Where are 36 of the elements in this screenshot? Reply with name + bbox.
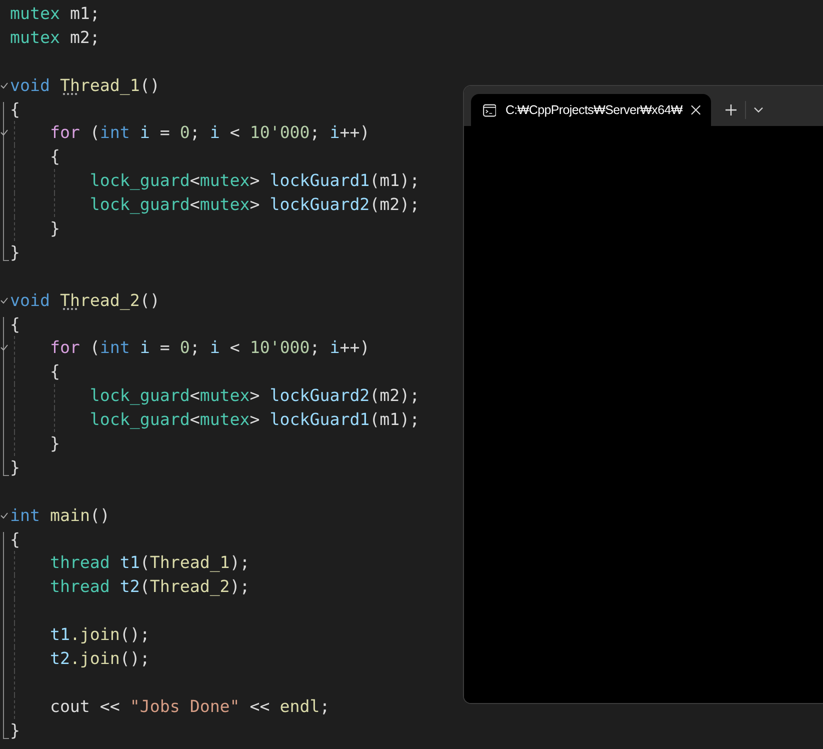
code-line: thread t2(Thread_2); (48, 577, 250, 596)
code-line: } (48, 219, 60, 238)
code-line: } (10, 242, 20, 262)
code-line: void Thread_2() (10, 290, 160, 310)
code-line: for (int i = 0; i < 10'000; i++) (48, 338, 370, 358)
code-line: } (10, 458, 20, 477)
code-line: t2.join(); (48, 649, 150, 668)
code-line: mutex m2; (10, 28, 100, 47)
code-line: { (48, 362, 60, 382)
code-line: thread t1(Thread_1); (48, 553, 250, 572)
code-line: { (10, 530, 20, 549)
dropdown-icon[interactable] (754, 107, 763, 113)
close-icon[interactable] (691, 105, 701, 115)
code-line: } (48, 434, 60, 454)
collapse-icon[interactable] (0, 129, 8, 136)
code-line: for (int i = 0; i < 10'000; i++) (48, 123, 370, 142)
collapse-icon[interactable] (0, 512, 8, 519)
collapse-icon[interactable] (0, 296, 8, 304)
code-line: lock_guard<mutex> lockGuard1(m1); (88, 171, 420, 190)
collapse-icon[interactable] (0, 82, 8, 89)
collapse-icon[interactable] (0, 344, 8, 352)
code-line: t1.join(); (48, 625, 150, 644)
code-line: cout << "Jobs Done" << endl; (48, 696, 330, 716)
code-line: void Thread_1() (10, 76, 160, 95)
code-line: { (48, 147, 60, 166)
new-tab-icon[interactable] (725, 104, 737, 116)
code-line: { (10, 100, 20, 119)
code-line: { (10, 314, 20, 334)
code-line: lock_guard<mutex> lockGuard1(m1); (88, 410, 420, 430)
code-line: int main() (10, 506, 110, 525)
terminal-icon (483, 104, 496, 116)
code-line: lock_guard<mutex> lockGuard2(m2); (88, 195, 420, 214)
code-line: lock_guard<mutex> lockGuard2(m2); (88, 386, 420, 406)
terminal-tab[interactable]: C:₩CppProjects₩Server₩x64₩ (471, 94, 711, 126)
code-line: } (10, 720, 20, 740)
code-line: mutex m1; (10, 4, 100, 23)
